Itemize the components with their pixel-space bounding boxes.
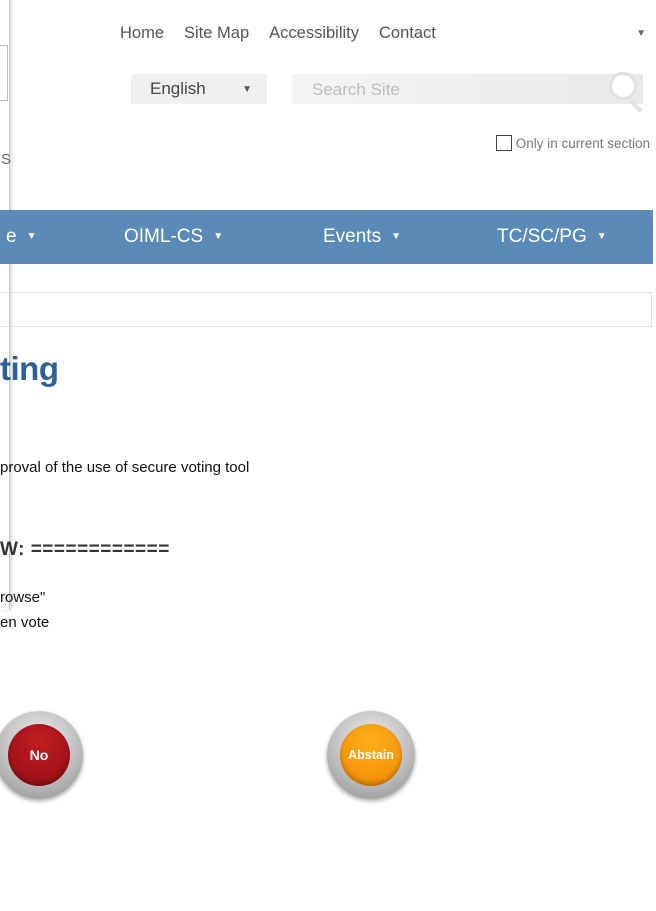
search-placeholder: Search Site (312, 80, 400, 99)
vote-description: proval of the use of secure voting tool (0, 459, 250, 476)
chevron-down-icon[interactable]: ▼ (636, 28, 646, 39)
menu-item-label: Events (323, 226, 382, 247)
chevron-down-icon: ▼ (213, 231, 224, 242)
main-menu-bar: e ▼ OIML-CS ▼ Events ▼ TC/SC/PG ▼ (0, 210, 653, 264)
instruction-line: rowse" (0, 589, 46, 606)
search-icon[interactable] (609, 72, 643, 113)
nav-sitemap-link[interactable]: Site Map (184, 24, 249, 43)
menu-item-tc-sc-pg[interactable]: TC/SC/PG ▼ (497, 226, 607, 248)
menu-item-label: OIML-CS (124, 226, 204, 247)
chevron-down-icon: ▼ (596, 231, 607, 242)
nav-home-link[interactable]: Home (120, 24, 164, 43)
chevron-down-icon: ▼ (391, 231, 401, 242)
vote-no-button[interactable]: No (0, 711, 83, 799)
menu-item-events[interactable]: Events ▼ (323, 226, 401, 248)
section-filter-label: Only in current section (515, 135, 650, 151)
menu-item-label: e (6, 226, 17, 247)
top-nav: Home Site Map Accessibility Contact (120, 24, 436, 43)
instructions-heading: W: ============ (0, 539, 170, 560)
language-selected: English (150, 79, 206, 98)
nav-accessibility-link[interactable]: Accessibility (269, 24, 359, 43)
vote-abstain-label: Abstain (340, 724, 402, 786)
menu-item-oiml-cs[interactable]: OIML-CS ▼ (124, 226, 223, 248)
nav-contact-link[interactable]: Contact (379, 24, 436, 43)
instruction-line: en vote (0, 614, 50, 631)
search-input[interactable]: Search Site (291, 72, 643, 113)
chevron-down-icon: ▼ (26, 231, 37, 242)
side-panel-field[interactable] (0, 45, 8, 101)
breadcrumb (0, 292, 652, 327)
chevron-down-icon: ▼ (242, 84, 252, 95)
language-select[interactable]: English ▼ (131, 74, 267, 104)
section-filter-checkbox[interactable] (495, 135, 512, 151)
vote-abstain-button[interactable]: Abstain (327, 711, 415, 799)
menu-item-partial[interactable]: e ▼ (6, 226, 36, 248)
page-title: ting (0, 350, 59, 387)
section-filter[interactable]: Only in current section (495, 135, 650, 151)
side-panel-text: S (1, 151, 12, 168)
vote-no-label: No (8, 724, 70, 786)
menu-item-label: TC/SC/PG (497, 226, 587, 247)
